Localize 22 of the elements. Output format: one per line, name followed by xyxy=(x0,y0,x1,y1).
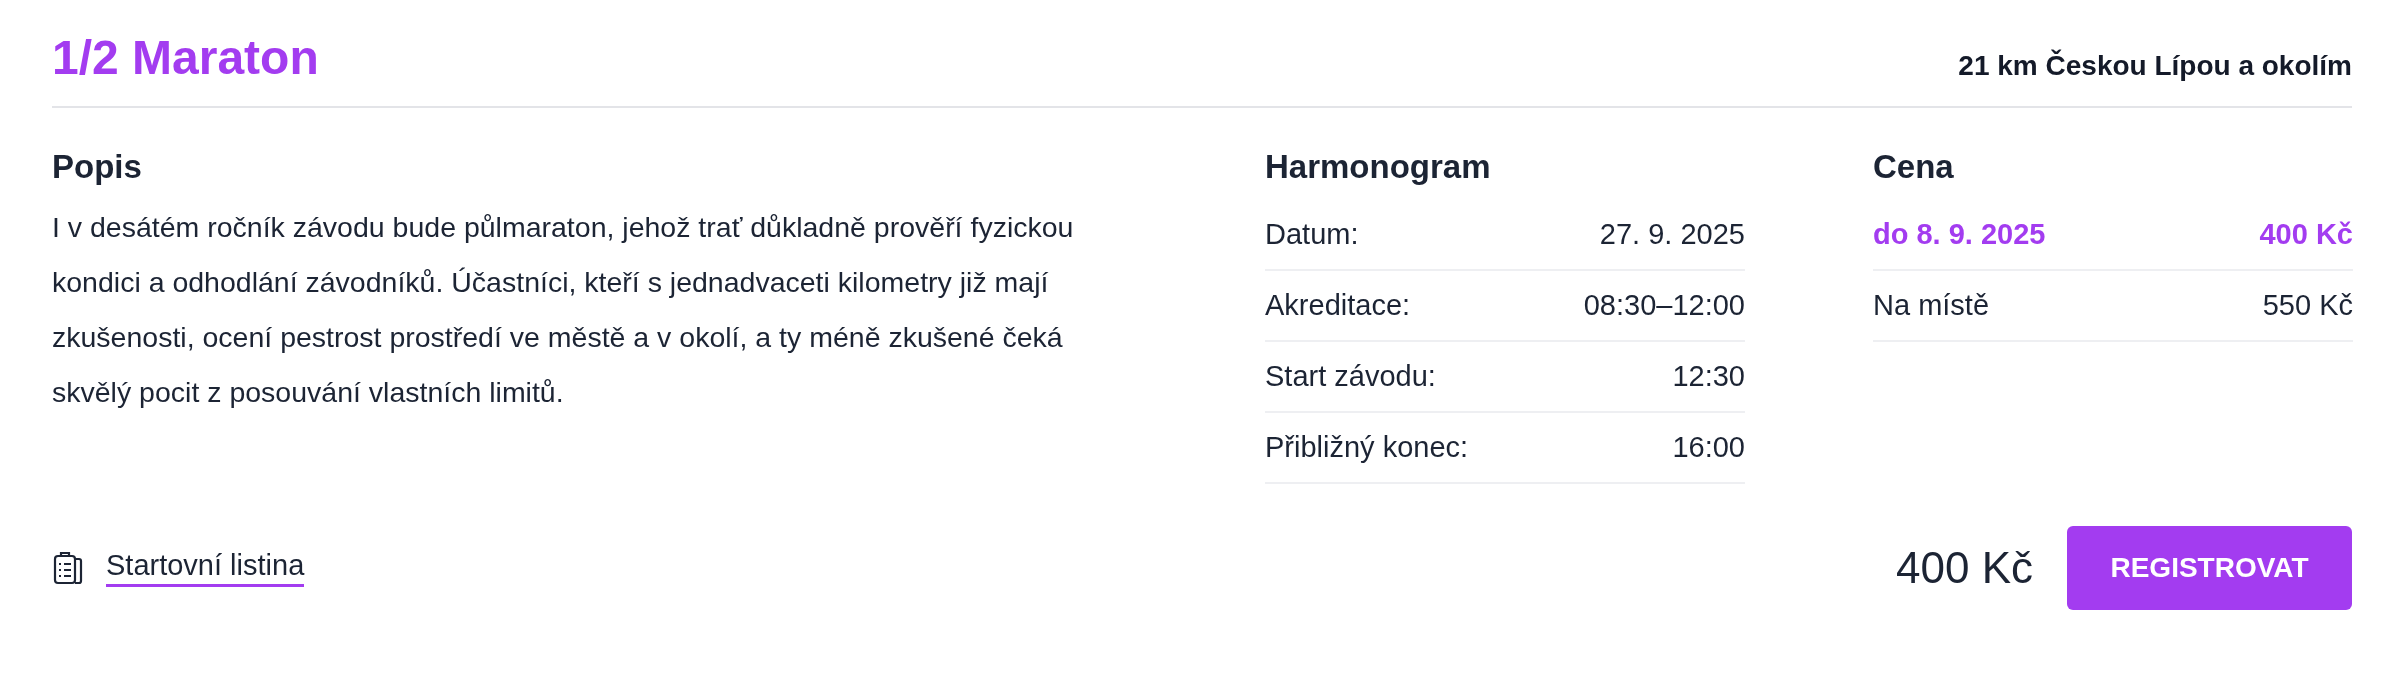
price-total: 400 Kč xyxy=(1896,543,2033,593)
row-label: do 8. 9. 2025 xyxy=(1873,218,2046,251)
row-label: Start závodu: xyxy=(1265,360,1436,393)
row-value: 400 Kč xyxy=(2259,218,2353,251)
row-value: 12:30 xyxy=(1672,360,1745,393)
section-heading: Popis xyxy=(52,147,143,187)
register-button[interactable]: REGISTROVAT xyxy=(2067,526,2352,610)
row-label: Na místě xyxy=(1873,289,1990,322)
race-subtitle: 21 km Českou Lípou a okolím xyxy=(1958,50,2352,83)
clipboard-icon xyxy=(52,550,84,586)
race-title: 1/2 Maraton xyxy=(52,30,319,86)
row-value: 550 Kč xyxy=(2262,289,2353,322)
section-heading: Harmonogram xyxy=(1265,147,1492,187)
row-value: 27. 9. 2025 xyxy=(1599,218,1745,251)
row-label: Datum: xyxy=(1265,218,1359,251)
row-label: Akreditace: xyxy=(1265,289,1411,322)
row-value: 08:30–12:00 xyxy=(1583,289,1745,322)
description-text: I v desátém ročník závodu bude půlmaraton, jehož trať důkladně prověří fyzickou kondici a odhodlání závodníků. Účastníci, kteří s jednadvaceti kilometry již mají zkušenosti, ocení pestrost prostředí ve městě a v okolí, a ty méně zkušené čeká skvělý pocit z posouvání vlastních limitů. xyxy=(52,210,1075,410)
row-label: Přibližný konec: xyxy=(1265,431,1469,464)
start-list-link[interactable]: Startovní listina xyxy=(106,549,305,587)
section-heading: Cena xyxy=(1873,147,1955,187)
row-value: 16:00 xyxy=(1672,431,1745,464)
